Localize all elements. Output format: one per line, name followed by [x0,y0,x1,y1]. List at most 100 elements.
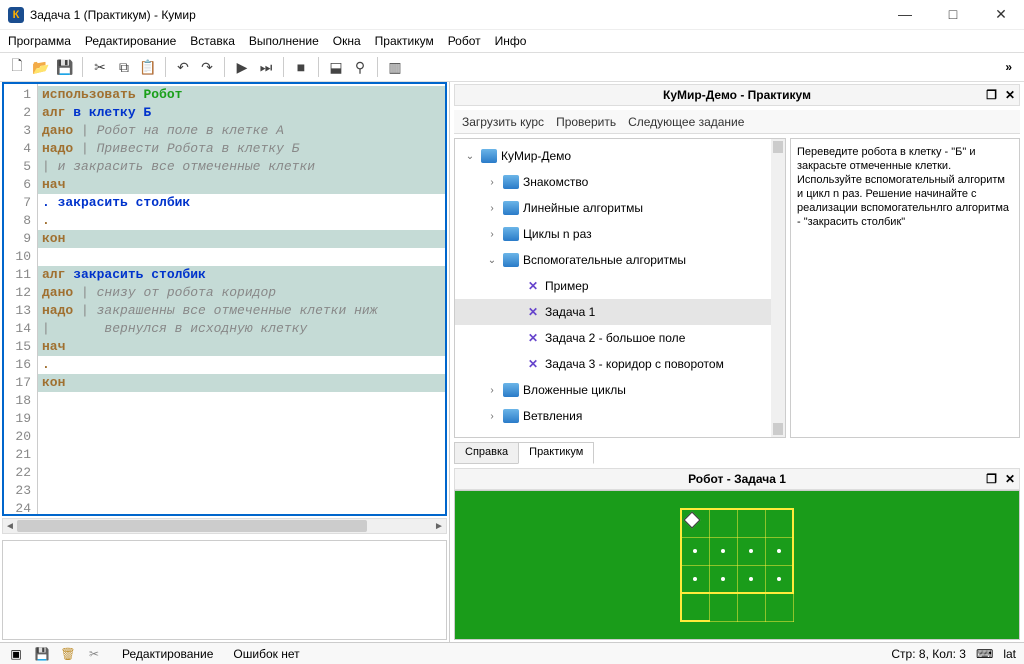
cut-icon[interactable]: ✂ [89,56,111,78]
tree-twisty-icon[interactable]: ⌄ [463,151,477,162]
robot-close-icon[interactable]: ✕ [1005,472,1015,486]
code-line[interactable]: кон [38,374,445,392]
code-line[interactable] [38,248,445,266]
code-line[interactable]: нач [38,176,445,194]
code-line[interactable] [38,464,445,482]
code-line[interactable]: дано | Робот на поле в клетке А [38,122,445,140]
status-icon-3[interactable]: 🗑 [60,646,76,662]
status-icon-1[interactable]: ▣ [8,646,24,662]
code-line[interactable] [38,482,445,500]
code-line[interactable]: использовать Робот [38,86,445,104]
run-icon[interactable]: ▶ [231,56,253,78]
panel-restore-icon[interactable]: ❐ [986,88,997,102]
menu-Программа[interactable]: Программа [8,34,71,48]
maximize-button[interactable]: □ [938,6,968,23]
status-icon-2[interactable]: 💾 [34,646,50,662]
robot-field[interactable] [454,490,1020,640]
code-line[interactable]: | и закрасить все отмеченные клетки [38,158,445,176]
code-line[interactable]: надо | Привести Робота в клетку Б [38,140,445,158]
code-area[interactable]: использовать Роботалг в клетку Бдано | Р… [38,84,445,514]
tree-item[interactable]: ⌄ КуМир-Демо [455,143,785,169]
action-Проверить[interactable]: Проверить [556,115,616,129]
tree-label: КуМир-Демо [501,149,571,163]
code-line[interactable]: . [38,356,445,374]
code-line[interactable]: алг в клетку Б [38,104,445,122]
task-description: Переведите робота в клетку - "Б" и закра… [790,138,1020,438]
editor-hscroll[interactable]: ◄► [2,518,447,534]
menu-Выполнение[interactable]: Выполнение [249,34,319,48]
menu-Вставка[interactable]: Вставка [190,34,235,48]
save-icon[interactable]: 💾 [54,56,76,78]
task-icon: ✕ [525,331,541,345]
status-mode: Редактирование [122,647,213,661]
new-file-icon[interactable]: 🗋 [6,56,28,78]
course-tree[interactable]: ⌄КуМир-Демо›Знакомство›Линейные алгоритм… [454,138,786,438]
tree-item[interactable]: ✕Пример [455,273,785,299]
menu-Инфо[interactable]: Инфо [495,34,527,48]
close-button[interactable]: ✕ [986,6,1016,23]
status-icon-4[interactable]: ✂ [86,646,102,662]
menu-Редактирование[interactable]: Редактирование [85,34,176,48]
code-line[interactable]: . [38,212,445,230]
paste-icon[interactable]: 📋 [137,56,159,78]
tree-label: Вспомогательные алгоритмы [523,253,686,267]
tree-item[interactable]: ›Ветвления [455,403,785,429]
tree-vscroll[interactable] [771,139,785,437]
code-line[interactable] [38,500,445,514]
tab-praktikum[interactable]: Практикум [518,442,594,464]
tree-item[interactable]: ✕Задача 3 - коридор с поворотом [455,351,785,377]
open-file-icon[interactable]: 📂 [30,56,52,78]
action-Следующее задание[interactable]: Следующее задание [628,115,744,129]
undo-icon[interactable]: ↶ [172,56,194,78]
tool2-icon[interactable]: ⚲ [349,56,371,78]
code-line[interactable]: дано | снизу от робота коридор [38,284,445,302]
tree-item[interactable]: ✕Задача 2 - большое поле [455,325,785,351]
folder-icon [503,201,519,215]
tree-item[interactable]: ›Вложенные циклы [455,377,785,403]
tree-twisty-icon[interactable]: › [485,385,499,396]
code-line[interactable] [38,392,445,410]
code-line[interactable]: . закрасить столбик [38,194,445,212]
status-errors: Ошибок нет [233,647,299,661]
code-line[interactable]: | вернулся в исходную клетку [38,320,445,338]
menu-Окна[interactable]: Окна [333,34,361,48]
tree-twisty-icon[interactable]: › [485,177,499,188]
code-line[interactable] [38,428,445,446]
stop-icon[interactable]: ■ [290,56,312,78]
code-line[interactable] [38,446,445,464]
code-editor[interactable]: 123456789101112131415161718192021222324 … [2,82,447,516]
output-console[interactable] [2,540,447,640]
tree-item[interactable]: ⌄ Вспомогательные алгоритмы [455,247,785,273]
layout-icon[interactable]: ▥ [384,56,406,78]
code-line[interactable]: кон [38,230,445,248]
tree-label: Циклы n раз [523,227,592,241]
step-icon[interactable]: ⏭ [255,56,277,78]
minimize-button[interactable]: — [890,6,920,23]
code-line[interactable]: надо | закрашенны все отмеченные клетки … [38,302,445,320]
tree-twisty-icon[interactable]: › [485,203,499,214]
menu-Робот[interactable]: Робот [448,34,481,48]
tree-item[interactable]: › Циклы n раз [455,221,785,247]
tab-help[interactable]: Справка [454,442,519,464]
tree-item[interactable]: ✕Задача 1 [455,299,785,325]
code-line[interactable] [38,410,445,428]
expand-toolbar-icon[interactable]: » [999,60,1018,74]
tree-twisty-icon[interactable]: › [485,411,499,422]
menu-Практикум[interactable]: Практикум [375,34,434,48]
tree-twisty-icon[interactable]: ⌄ [485,255,499,266]
robot-restore-icon[interactable]: ❐ [986,472,997,486]
status-keyboard-icon: ⌨ [976,647,993,661]
code-line[interactable]: алг закрасить столбик [38,266,445,284]
action-Загрузить курс[interactable]: Загрузить курс [462,115,544,129]
tree-item[interactable]: ›Знакомство [455,169,785,195]
panel-close-icon[interactable]: ✕ [1005,88,1015,102]
folder-icon [503,175,519,189]
redo-icon[interactable]: ↷ [196,56,218,78]
tree-item[interactable]: › Линейные алгоритмы [455,195,785,221]
code-line[interactable]: нач [38,338,445,356]
task-icon: ✕ [525,279,541,293]
tree-label: Линейные алгоритмы [523,201,643,215]
copy-icon[interactable]: ⧉ [113,56,135,78]
tree-twisty-icon[interactable]: › [485,229,499,240]
tool1-icon[interactable]: ⬓ [325,56,347,78]
